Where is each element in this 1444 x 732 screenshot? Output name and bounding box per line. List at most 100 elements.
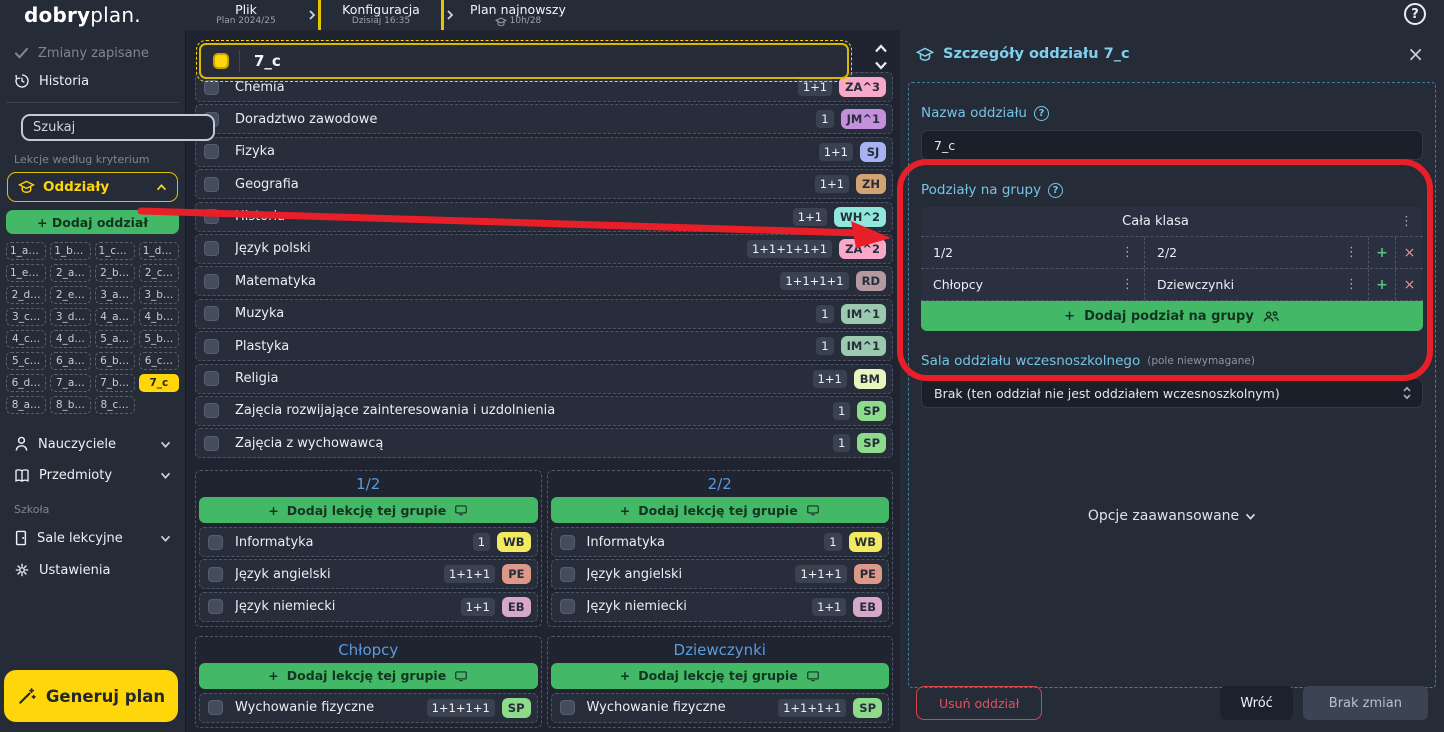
help-button[interactable]: ?: [1404, 3, 1426, 25]
subject-checkbox[interactable]: [204, 371, 219, 386]
subject-row[interactable]: Zajęcia rozwijające zainteresowania i uz…: [195, 396, 893, 426]
generate-plan-button[interactable]: Generuj plan: [4, 670, 178, 722]
split-cell-right[interactable]: 2/2⋮: [1145, 237, 1369, 268]
class-chip[interactable]: 8_b…: [50, 396, 90, 414]
class-chip[interactable]: 4_a…: [95, 308, 135, 326]
split-cell-left[interactable]: 1/2⋮: [921, 237, 1145, 268]
subject-row[interactable]: Zajęcia z wychowawcą1SP: [195, 428, 893, 458]
class-chip[interactable]: 6_a…: [50, 352, 90, 370]
sidebar-item-settings[interactable]: Ustawienia: [6, 554, 179, 586]
history-button[interactable]: Historia: [6, 67, 179, 95]
subject-row[interactable]: Informatyka1WB: [199, 527, 538, 557]
split-cell-left[interactable]: Chłopcy⋮: [921, 269, 1145, 300]
subject-row[interactable]: Historia1+1WH^2: [195, 202, 893, 232]
help-icon[interactable]: ?: [1034, 106, 1049, 121]
class-chip[interactable]: 6_d…: [6, 374, 46, 392]
subject-row[interactable]: Język niemiecki1+1EB: [551, 592, 890, 622]
class-chip[interactable]: 2_d…: [6, 286, 46, 304]
class-chip[interactable]: 5_a…: [95, 330, 135, 348]
class-chip[interactable]: 3_a…: [95, 286, 135, 304]
subject-checkbox[interactable]: [204, 403, 219, 418]
breadcrumb-configuration[interactable]: Konfiguracja Dzisiaj 16:35: [321, 0, 441, 30]
subject-row[interactable]: Język polski1+1+1+1+1ZA^2: [195, 234, 893, 264]
scroll-down-button[interactable]: [874, 61, 888, 70]
class-chip[interactable]: 7_c: [139, 374, 179, 392]
class-chip[interactable]: 8_c…: [95, 396, 135, 414]
no-changes-button[interactable]: Brak zmian: [1303, 686, 1428, 720]
class-chip[interactable]: 1_e_…: [6, 264, 46, 282]
subject-checkbox[interactable]: [204, 274, 219, 289]
kebab-menu-icon[interactable]: ⋮: [1335, 277, 1368, 292]
class-chip[interactable]: 2_b…: [95, 264, 135, 282]
kebab-menu-icon[interactable]: ⋮: [1111, 277, 1144, 292]
class-chip[interactable]: 1_a_…: [6, 242, 46, 260]
delete-class-button[interactable]: Usuń oddział: [916, 686, 1042, 720]
subject-row[interactable]: Język angielski1+1+1PE: [551, 559, 890, 589]
subject-checkbox[interactable]: [204, 306, 219, 321]
subject-row[interactable]: Plastyka1IM^1: [195, 331, 893, 361]
subject-checkbox[interactable]: [560, 535, 575, 550]
subject-row[interactable]: Matematyka1+1+1+1RD: [195, 266, 893, 296]
advanced-options-toggle[interactable]: Opcje zaawansowane: [909, 508, 1435, 524]
class-chip[interactable]: 3_c…: [6, 308, 46, 326]
remove-split-button[interactable]: ×: [1396, 269, 1423, 300]
class-chip[interactable]: 3_d…: [50, 308, 90, 326]
add-split-button[interactable]: + Dodaj podział na grupy: [921, 301, 1423, 331]
sidebar-item-rooms[interactable]: Sale lekcyjne: [6, 522, 179, 554]
subject-checkbox[interactable]: [208, 700, 223, 715]
class-chip[interactable]: 5_c…: [6, 352, 46, 370]
add-lesson-button[interactable]: +Dodaj lekcję tej grupie: [199, 497, 538, 523]
breadcrumb-latest-plan[interactable]: Plan najnowszy 10h/28: [456, 0, 580, 30]
subject-row[interactable]: Geografia1+1ZH: [195, 169, 893, 199]
subject-checkbox[interactable]: [560, 700, 575, 715]
class-chip[interactable]: 1_b_…: [50, 242, 90, 260]
class-checkbox[interactable]: [213, 53, 229, 69]
class-chip[interactable]: 2_e…: [50, 286, 90, 304]
subject-row[interactable]: Język niemiecki1+1EB: [199, 592, 538, 622]
class-chip[interactable]: 7_b…: [95, 374, 135, 392]
subject-checkbox[interactable]: [208, 567, 223, 582]
sidebar-item-subjects[interactable]: Przedmioty: [6, 460, 179, 491]
class-chip[interactable]: 3_b…: [139, 286, 179, 304]
class-chip[interactable]: 4_b…: [139, 308, 179, 326]
add-group-button[interactable]: +: [1369, 269, 1396, 300]
kebab-menu-icon[interactable]: ⋮: [1335, 245, 1368, 260]
class-chip[interactable]: 2_a…: [50, 264, 90, 282]
whole-class-row[interactable]: Cała klasa ⋮: [921, 207, 1423, 237]
add-group-button[interactable]: +: [1369, 237, 1396, 268]
add-lesson-button[interactable]: +Dodaj lekcję tej grupie: [551, 497, 890, 523]
class-name-input[interactable]: [921, 130, 1423, 160]
class-chip[interactable]: 5_b…: [139, 330, 179, 348]
room-select[interactable]: Brak (ten oddział nie jest oddziałem wcz…: [921, 378, 1423, 408]
sidebar-item-teachers[interactable]: Nauczyciele: [6, 428, 179, 460]
add-lesson-button[interactable]: +Dodaj lekcję tej grupie: [199, 663, 538, 689]
subject-checkbox[interactable]: [204, 436, 219, 451]
class-chip[interactable]: 1_c_…: [95, 242, 135, 260]
class-chip[interactable]: 1_d_…: [139, 242, 179, 260]
subject-checkbox[interactable]: [204, 209, 219, 224]
subject-row[interactable]: Doradztwo zawodowe1JM^1: [195, 104, 893, 134]
subject-checkbox[interactable]: [560, 599, 575, 614]
scroll-up-button[interactable]: [874, 44, 888, 53]
subject-checkbox[interactable]: [208, 599, 223, 614]
subject-checkbox[interactable]: [208, 535, 223, 550]
subject-row[interactable]: Religia1+1BM: [195, 364, 893, 394]
class-chip[interactable]: 4_c…: [6, 330, 46, 348]
class-header-bar[interactable]: 7_c: [199, 43, 849, 79]
help-icon[interactable]: ?: [1048, 183, 1063, 198]
kebab-menu-icon[interactable]: ⋮: [1111, 245, 1144, 260]
kebab-menu-icon[interactable]: ⋮: [1390, 214, 1423, 229]
class-chip[interactable]: 2_c…: [139, 264, 179, 282]
subject-row[interactable]: Język angielski1+1+1PE: [199, 559, 538, 589]
class-chip[interactable]: 7_a…: [50, 374, 90, 392]
class-chip[interactable]: 8_a…: [6, 396, 46, 414]
breadcrumb-file[interactable]: Plik Plan 2024/25: [186, 0, 306, 30]
subject-row[interactable]: Fizyka1+1SJ: [195, 137, 893, 167]
split-cell-right[interactable]: Dziewczynki⋮: [1145, 269, 1369, 300]
class-chip[interactable]: 6_c…: [139, 352, 179, 370]
subject-row[interactable]: Muzyka1IM^1: [195, 299, 893, 329]
subject-checkbox[interactable]: [560, 567, 575, 582]
subject-checkbox[interactable]: [204, 144, 219, 159]
subject-row[interactable]: Wychowanie fizyczne1+1+1+1SP: [199, 693, 538, 723]
remove-split-button[interactable]: ×: [1396, 237, 1423, 268]
